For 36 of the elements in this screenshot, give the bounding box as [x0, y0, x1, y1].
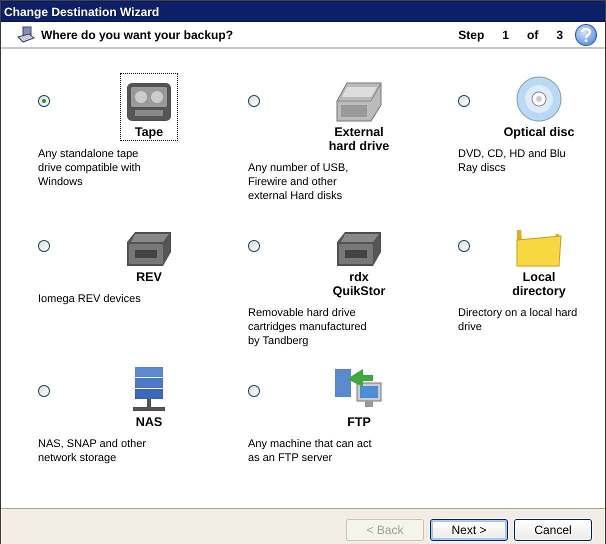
optical-disc-icon: [514, 75, 563, 123]
next-button[interactable]: Next >: [430, 518, 508, 540]
option-description: Directory on a local hard drive: [458, 306, 578, 334]
window-title: Change Destination Wizard: [1, 1, 605, 22]
radio-button[interactable]: [248, 95, 260, 107]
option-description: DVD, CD, HD and Blu Ray discs: [458, 147, 567, 175]
radio-button[interactable]: [38, 385, 50, 397]
option-label[interactable]: REV: [136, 270, 162, 284]
option-label[interactable]: Optical disc: [504, 125, 574, 139]
wizard-question: Where do you want your backup?: [41, 28, 234, 42]
step-number: 1: [502, 28, 509, 42]
option-label[interactable]: rdx QuikStor: [332, 270, 386, 298]
radio-button[interactable]: [38, 95, 50, 107]
computer-drive-icon: [17, 26, 35, 44]
option-description: Iomega REV devices: [38, 292, 142, 306]
radio-button[interactable]: [38, 240, 50, 252]
radio-button[interactable]: [458, 240, 470, 252]
step-label: Step: [458, 28, 484, 42]
option-description: Any number of USB, Firewire and other external Hard disks: [248, 161, 350, 203]
radio-button[interactable]: [248, 385, 260, 397]
help-button[interactable]: [575, 24, 597, 46]
option-description: Removable hard drive cartridges manufactured by Tandberg: [248, 306, 368, 348]
step-total: 3: [556, 28, 563, 42]
option-description: NAS, SNAP and other network storage: [38, 437, 148, 465]
option-label[interactable]: Tape: [134, 125, 164, 139]
option-description: Any standalone tape drive compatible with Windows: [38, 147, 142, 189]
of-label: of: [526, 28, 538, 42]
cancel-button[interactable]: Cancel: [514, 518, 592, 540]
question-mark-icon: [581, 28, 591, 42]
option-label[interactable]: FTP: [347, 415, 371, 429]
radio-button[interactable]: [248, 240, 260, 252]
option-label[interactable]: Local directory: [512, 270, 566, 298]
option-description: Any machine that can act as an FTP server: [248, 437, 372, 465]
radio-button[interactable]: [458, 95, 470, 107]
option-label[interactable]: External hard drive: [328, 125, 390, 153]
option-label[interactable]: NAS: [136, 415, 162, 429]
